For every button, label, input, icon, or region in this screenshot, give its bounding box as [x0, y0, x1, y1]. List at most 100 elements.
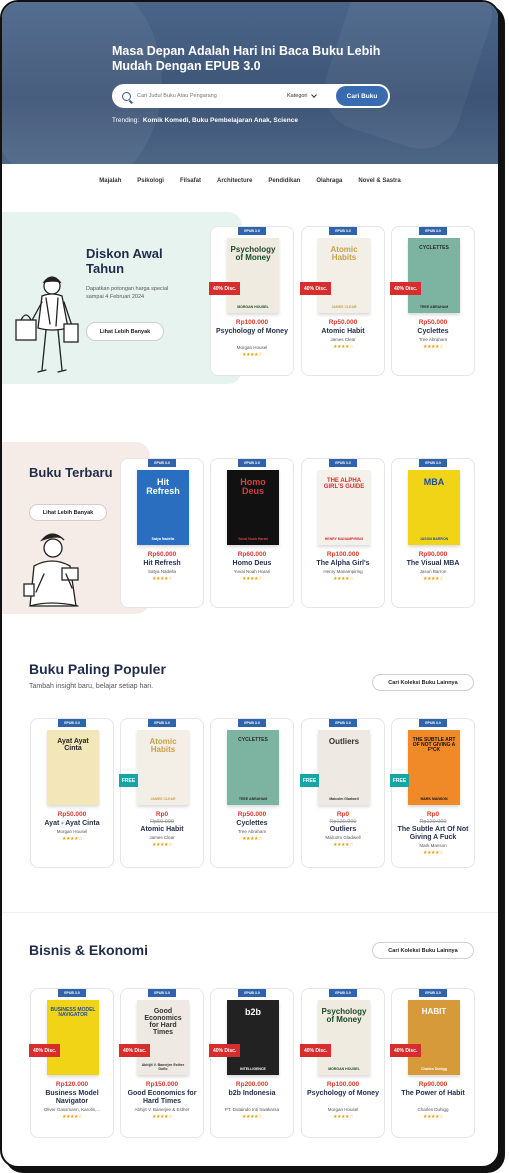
trending-row: Trending: Komik Komedi, Buku Pembelajara… [112, 117, 298, 124]
cover-title: BUSINESS MODEL NAVIGATOR [50, 1007, 96, 1018]
book-title[interactable]: b2b Indonesia [215, 1090, 289, 1098]
book-title[interactable]: The Alpha Girl's [306, 560, 380, 568]
book-price: Rp150.000 [145, 1081, 179, 1088]
cover-author: Malcolm Gladwell [329, 797, 359, 801]
book-title[interactable]: Outliers [306, 826, 380, 834]
book-price: Rp100.000 [326, 551, 360, 558]
book-price: Rp0 [426, 811, 440, 818]
book-card[interactable]: EPUB 3.0 Hit Refresh Satya Nadella Rp60.000… [120, 458, 204, 608]
book-cover[interactable]: Atomic Habits JAMES CLEAR [137, 730, 189, 805]
rating-stars: ★★★★☆ [333, 344, 353, 350]
book-title[interactable]: Atomic Habit [306, 328, 380, 336]
book-card[interactable]: EPUB 3.0 Good Economics for Hard Times Abh… [119, 988, 204, 1138]
book-author: Mark Manson [419, 843, 447, 848]
cover-author: Charles Duhigg [421, 1067, 447, 1071]
book-title[interactable]: Cyclettes [215, 820, 289, 828]
book-title[interactable]: The Visual MBA [396, 560, 470, 568]
book-cover[interactable]: Hit Refresh Satya Nadella [137, 470, 189, 545]
trending-label: Trending: [112, 117, 140, 124]
category-dropdown[interactable]: Kategori [287, 92, 317, 99]
old-price: Rp120.000 [419, 819, 447, 825]
see-more-new-button[interactable]: Lihat Lebih Banyak [29, 504, 107, 521]
book-card[interactable]: EPUB 3.0 CYCLETTES TREE ABRAHAM 40% Disc. Rp… [390, 226, 475, 376]
book-cover[interactable]: THE ALPHA GIRL'S GUIDE HENRY MANAMPIRING [318, 470, 370, 545]
rating-stars: ★★★★☆ [152, 1114, 172, 1120]
book-cover[interactable]: Ayat Ayat Cinta [47, 730, 99, 805]
book-title[interactable]: The Power of Habit [396, 1090, 470, 1098]
epub-tag: EPUB 3.0 [238, 719, 266, 727]
book-cover[interactable]: CYCLETTES TREE ABRAHAM [408, 238, 460, 313]
nav-item[interactable]: Olahraga [316, 178, 342, 184]
discount-badge: 40% Disc. [300, 1044, 332, 1057]
book-card[interactable]: EPUB 3.0 Psychology of Money MORGAN HOUSEL… [300, 988, 385, 1138]
book-cover[interactable]: Psychology of Money MORGAN HOUSEL [227, 238, 279, 313]
book-card[interactable]: EPUB 3.0 Homo Deus Yuval Noah Harari Rp60.0… [210, 458, 294, 608]
book-title[interactable]: Psychology of Money [215, 328, 289, 336]
book-card[interactable]: EPUB 3.0 THE SUBTLE ART OF NOT GIVING A F… [390, 718, 475, 868]
book-title[interactable]: Psychology of Money [306, 1090, 380, 1098]
book-card[interactable]: EPUB 3.0 CYCLETTES TREE ABRAHAM Rp50.000 Cyc… [210, 718, 294, 868]
book-price: Rp90.000 [418, 551, 448, 558]
book-card[interactable]: EPUB 3.0 Psychology of Money MORGAN HOUSEL… [209, 226, 294, 376]
nav-item[interactable]: Psikologi [137, 178, 164, 184]
book-cover[interactable]: b2b INTELLIGENCE [227, 1000, 279, 1075]
book-cover[interactable]: BUSINESS MODEL NAVIGATOR [47, 1000, 99, 1075]
book-card[interactable]: EPUB 3.0 b2b INTELLIGENCE 40% Disc. Rp200.00… [209, 988, 294, 1138]
book-cover[interactable]: CYCLETTES TREE ABRAHAM [227, 730, 279, 805]
book-card[interactable]: EPUB 3.0 THE ALPHA GIRL'S GUIDE HENRY MANA… [301, 458, 385, 608]
cover-title: CYCLETTES [419, 245, 449, 251]
epub-tag: EPUB 3.0 [329, 989, 357, 997]
book-title[interactable]: Good Economics for Hard Times [125, 1090, 199, 1106]
cover-title: THE ALPHA GIRL'S GUIDE [323, 478, 365, 490]
see-more-discount-button[interactable]: Lihat Lebih Banyak [86, 322, 164, 341]
search-button[interactable]: Cari Buku [336, 86, 388, 106]
book-cover[interactable]: HABIT Charles Duhigg [408, 1000, 460, 1075]
rating-stars: ★★★★☆ [423, 1114, 443, 1120]
nav-item[interactable]: Architecture [217, 178, 252, 184]
nav-item[interactable]: Filsafat [180, 178, 201, 184]
more-popular-button[interactable]: Cari Koleksi Buku Lainnya [372, 674, 474, 691]
book-card[interactable]: EPUB 3.0 Atomic Habits JAMES CLEAR FREE Rp0 R… [119, 718, 204, 868]
book-price: Rp60.000 [237, 551, 267, 558]
cover-title: Hit Refresh [146, 477, 180, 496]
book-card[interactable]: EPUB 3.0 Ayat Ayat Cinta Rp50.000 Ayat - Ay… [30, 718, 114, 868]
book-title[interactable]: Hit Refresh [125, 560, 199, 568]
nav-item[interactable]: Novel & Sastra [358, 178, 400, 184]
trending-items[interactable]: Komik Komedi, Buku Pembelajaran Anak, Sc… [143, 117, 298, 124]
search-input[interactable] [137, 93, 277, 99]
book-title[interactable]: The Subtle Art Of Not Giving A Fuck [396, 826, 470, 842]
book-title[interactable]: Business Model Navigator [35, 1090, 109, 1106]
nav-item[interactable]: Majalah [99, 178, 121, 184]
book-title[interactable]: Atomic Habit [125, 826, 199, 834]
business-section-title: Bisnis & Ekonomi [29, 942, 149, 958]
book-cover[interactable]: Atomic Habits JAMES CLEAR [318, 238, 370, 313]
book-cover[interactable]: MBA JASON BARRON [408, 470, 460, 545]
book-card[interactable]: EPUB 3.0 HABIT Charles Duhigg 40% Disc. Rp90… [390, 988, 475, 1138]
book-cover[interactable]: Homo Deus Yuval Noah Harari [227, 470, 279, 545]
book-card[interactable]: EPUB 3.0 Outliers Malcolm Gladwell FREE Rp0 R… [300, 718, 385, 868]
old-price: Rp120.000 [329, 819, 357, 825]
book-price: Rp0 [155, 811, 169, 818]
book-title[interactable]: Homo Deus [215, 560, 289, 568]
book-cover[interactable]: Outliers Malcolm Gladwell [318, 730, 370, 805]
book-card[interactable]: EPUB 3.0 BUSINESS MODEL NAVIGATOR 40% Disc… [29, 988, 114, 1138]
search-bar: Kategori Cari Buku [112, 84, 390, 108]
book-card[interactable]: EPUB 3.0 MBA JASON BARRON Rp90.000 The Visua… [391, 458, 475, 608]
nav-item[interactable]: Pendidikan [268, 178, 300, 184]
book-title[interactable]: Cyclettes [396, 328, 470, 336]
book-cover[interactable]: Psychology of Money MORGAN HOUSEL [318, 1000, 370, 1075]
book-price: Rp100.000 [326, 1081, 360, 1088]
book-price: Rp50.000 [418, 319, 448, 326]
page-frame: Masa Depan Adalah Hari Ini Baca Buku Leb… [0, 0, 500, 1168]
book-author: James Clear [330, 337, 356, 342]
book-cover[interactable]: THE SUBTLE ART OF NOT GIVING A F*CK MARK … [408, 730, 460, 805]
more-business-button[interactable]: Cari Koleksi Buku Lainnya [372, 942, 474, 959]
epub-tag: EPUB 3.0 [419, 719, 447, 727]
cover-title: THE SUBTLE ART OF NOT GIVING A F*CK [412, 737, 456, 753]
book-card[interactable]: EPUB 3.0 Atomic Habits JAMES CLEAR 40% Disc… [300, 226, 385, 376]
book-title[interactable]: Ayat - Ayat Cinta [35, 820, 109, 828]
book-cover[interactable]: Good Economics for Hard Times Abhijit V. … [137, 1000, 189, 1075]
old-price: Rp50.000 [150, 819, 174, 825]
woman-shopping-illustration [15, 276, 79, 373]
cover-title: Ayat Ayat Cinta [57, 738, 89, 752]
